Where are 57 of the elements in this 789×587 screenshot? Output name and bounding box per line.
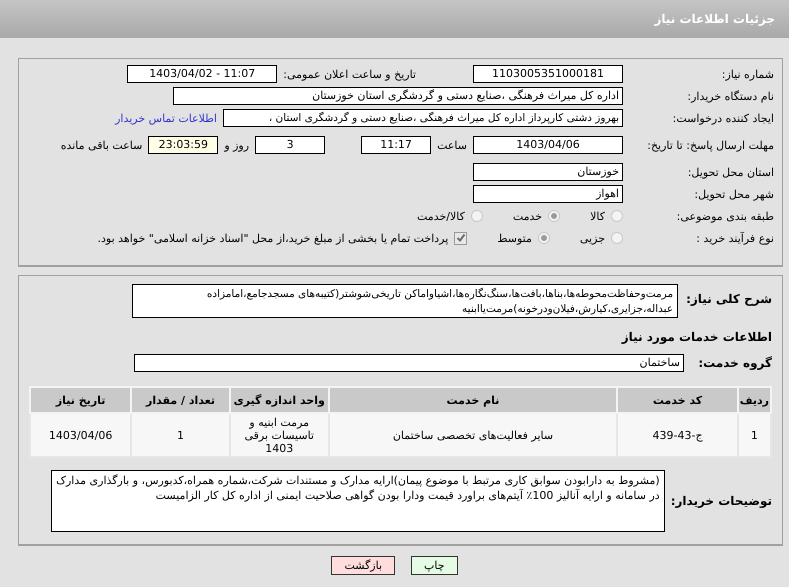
field-label: نوع فرآیند خرید :	[695, 232, 775, 244]
remaining-time-field: 23:03:59	[148, 136, 218, 154]
field-label: ساعت باقی مانده	[60, 138, 142, 152]
days-field: 3	[255, 136, 326, 154]
option-label: خدمت	[512, 210, 542, 222]
description-box: مرمت‌وحفاظت‌محوطه‌ها،بناها،بافت‌ها،سنگ‌نگاره‌ها،اشیاواماکن تاریخی‌شوشتر(کتیبه‌های مسجدجامع،امامزاده عبداله،جزایری،کیارش،فیلان‌ودرخونه)مرمت‌یاابنیه	[132, 284, 678, 318]
announce-date-field: 1403/04/02 - 11:07	[127, 65, 278, 83]
treasury-note: پرداخت تمام یا بخشی از مبلغ خرید،از محل "اسناد خزانه اسلامی" خواهد بود.	[98, 232, 448, 244]
table-cell: مرمت ابنیه و تاسیسات برقی 1403	[230, 413, 329, 457]
requester-field: بهروز دشتی کارپرداز اداره کل میراث فرهنگی ،صنایع دستی و گردشگری استان ،	[223, 109, 623, 127]
table-cell: ج-43-439	[617, 413, 738, 457]
column-header: تعداد / مقدار	[131, 387, 230, 413]
field-label: طبقه بندی موضوعی:	[676, 210, 775, 222]
option-label: کالا	[590, 210, 605, 222]
column-header: نام خدمت	[328, 387, 618, 413]
field-label: تاریخ و ساعت اعلان عمومی:	[283, 68, 416, 80]
deadline-time-field: 11:17	[361, 136, 432, 154]
field-label: شهر محل تحویل:	[693, 188, 775, 200]
radio-button[interactable]	[538, 232, 550, 244]
radio-button[interactable]	[611, 210, 623, 222]
option-label: جزیی	[580, 232, 605, 244]
print-button[interactable]: چاپ	[411, 556, 458, 575]
table-cell: 1	[131, 413, 230, 457]
field-label: ایجاد کننده درخواست:	[672, 112, 775, 124]
field-label: توضیحات خریدار:	[670, 494, 772, 508]
field-label: مهلت ارسال پاسخ: تا تاریخ:	[646, 138, 775, 152]
column-header: واحد اندازه گیری	[230, 387, 329, 413]
buyer-notes-box: (مشروط به دارابودن سوابق کاری مرتبط با موضوع پیمان)ارایه مدارک و مستندات شرکت،شماره همراه،کدبورس، و بارگذاری مدارک در سامانه و ارایه آنالیز 100٪ آیتم‌های براورد قیمت ودارا بودن گواهی صلاحیت ایمنی از اداره کل کار الزامیست	[50, 470, 665, 532]
column-header: تاریخ نیاز	[30, 387, 132, 413]
field-label: شماره نیاز:	[720, 68, 775, 80]
table-cell: سایر فعالیت‌های تخصصی ساختمان	[328, 413, 618, 457]
back-button[interactable]: بازگشت	[331, 556, 396, 575]
radio-button[interactable]	[470, 210, 483, 222]
checkbox[interactable]	[454, 232, 468, 244]
field-label: ساعت	[437, 138, 467, 152]
field-label: روز و	[224, 138, 250, 152]
contact-link[interactable]: اطلاعات تماس خریدار	[115, 112, 217, 124]
buyer-org-field: اداره کل میراث فرهنگی ،صنایع دستی و گردشگری استان خوزستان	[173, 87, 623, 105]
radio-button[interactable]	[548, 210, 560, 222]
table-cell: 1403/04/06	[30, 413, 132, 457]
deadline-date-field: 1403/04/06	[473, 136, 623, 154]
field-label: گروه خدمت:	[697, 356, 772, 370]
city-field: اهواز	[473, 185, 623, 203]
page-title: جزئیات اطلاعات نیاز	[654, 12, 775, 26]
table-cell: 1	[738, 413, 771, 457]
option-label: متوسط	[497, 232, 532, 244]
field-label: استان محل تحویل:	[686, 166, 775, 178]
field-label: نام دستگاه خریدار:	[686, 90, 775, 102]
need-number-field: 1103005351000181	[473, 65, 623, 83]
column-header: کد خدمت	[617, 387, 738, 413]
service-group-field: ساختمان	[134, 354, 684, 372]
province-field: خوزستان	[473, 163, 623, 181]
field-label: شرح کلی نیاز:	[686, 292, 772, 306]
section-heading: اطلاعات خدمات مورد نیاز	[620, 330, 773, 344]
radio-button[interactable]	[611, 232, 623, 244]
option-label: کالا/خدمت	[417, 210, 465, 222]
column-header: ردیف	[738, 387, 771, 413]
